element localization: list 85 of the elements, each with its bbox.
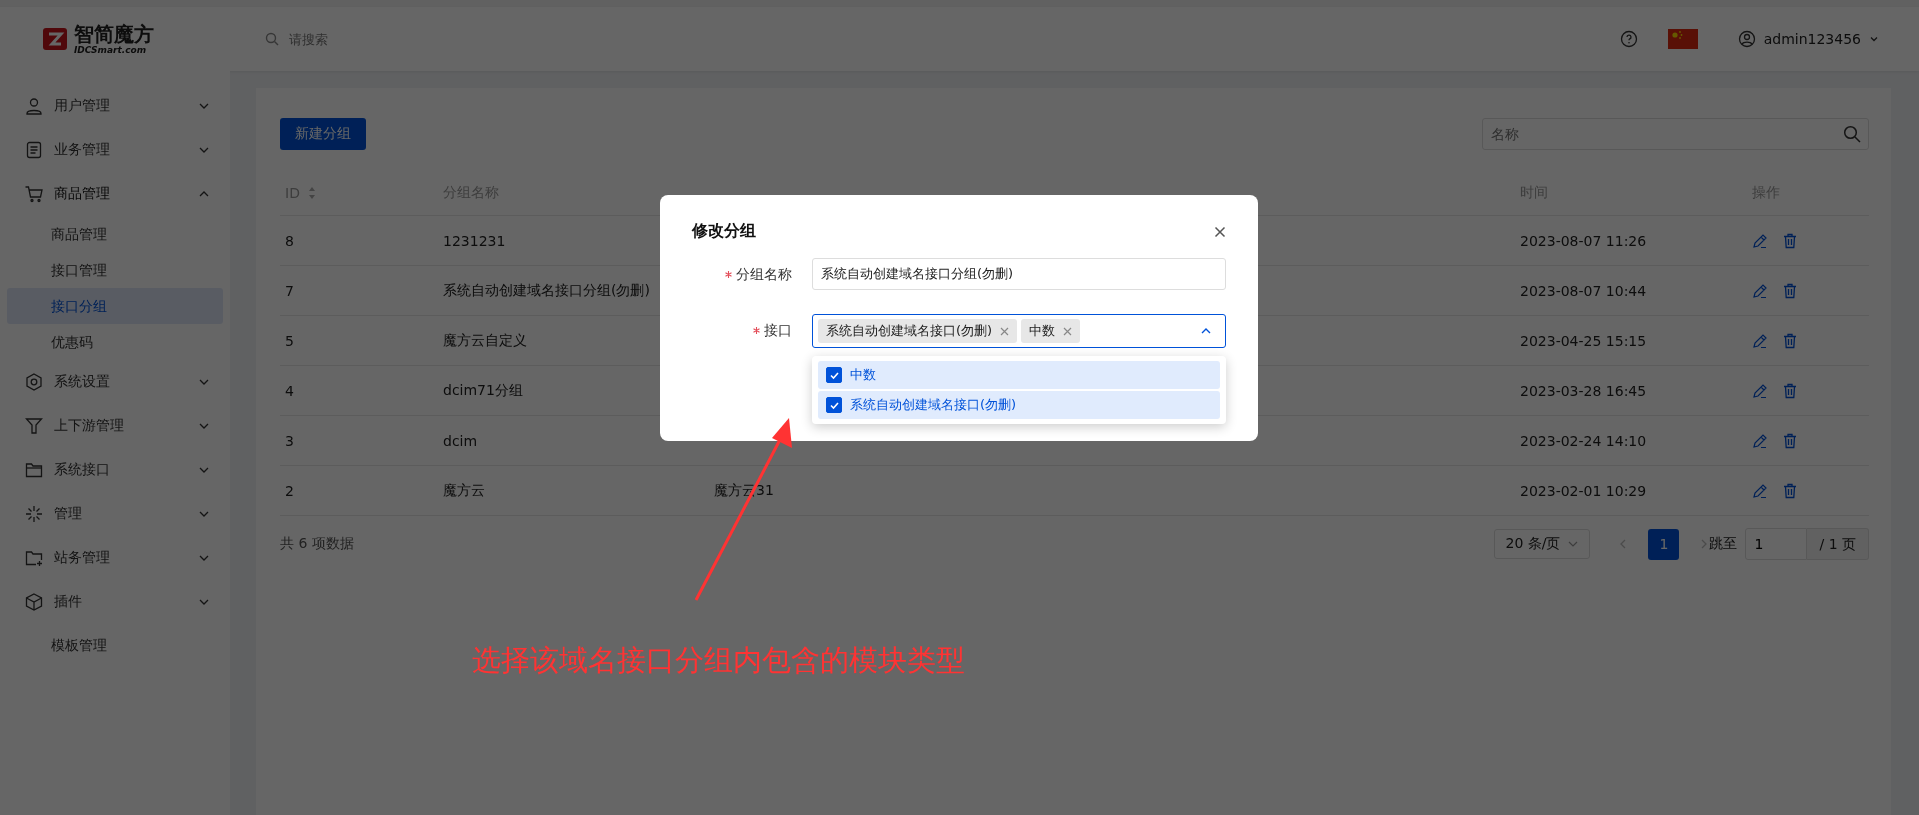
edit-icon[interactable]: [1752, 432, 1768, 449]
delete-icon[interactable]: [1782, 432, 1798, 449]
document-icon: [24, 140, 44, 160]
sidebar-item[interactable]: 上下游管理: [0, 404, 230, 448]
table-cell: 魔方云自定义: [443, 331, 527, 350]
dialog-title: 修改分组: [692, 221, 756, 242]
help-icon[interactable]: [1619, 30, 1638, 48]
jump-label: 跳至: [1709, 535, 1738, 553]
close-icon[interactable]: [1214, 225, 1226, 238]
table-cell: 7: [285, 282, 294, 299]
caret-icon: [1869, 34, 1879, 44]
table-cell: 2023-03-28 16:45: [1520, 382, 1647, 399]
search-icon: [265, 32, 279, 46]
sidebar-item[interactable]: 系统设置: [0, 360, 230, 404]
flag-icon[interactable]: [1667, 29, 1698, 49]
dropdown-option[interactable]: 中数: [818, 361, 1220, 389]
table-cell: 8: [285, 232, 294, 249]
table-cell: dcim: [443, 432, 478, 449]
sidebar-item[interactable]: 商品管理: [0, 172, 230, 216]
user-icon: [24, 96, 44, 116]
selected-tag: 系统自动创建域名接口(勿删): [818, 319, 1018, 343]
user-menu[interactable]: admin123456: [1737, 30, 1879, 48]
dropdown-option[interactable]: 系统自动创建域名接口(勿删): [818, 391, 1220, 419]
field-label: 分组名称: [736, 265, 792, 284]
interface-select[interactable]: 系统自动创建域名接口(勿删) 中数: [812, 314, 1226, 348]
sidebar-item[interactable]: 站务管理: [0, 536, 230, 580]
edit-icon[interactable]: [1752, 282, 1768, 299]
edit-icon[interactable]: [1752, 482, 1768, 499]
group-name-field[interactable]: 系统自动创建域名接口分组(勿删): [812, 258, 1226, 290]
table-cell: 3: [285, 432, 294, 449]
table-cell: 2023-04-25 15:15: [1520, 332, 1647, 349]
search-icon: [1843, 125, 1861, 143]
annotation-text: 选择该域名接口分组内包含的模块类型: [472, 642, 965, 679]
filter-icon: [24, 416, 44, 436]
edit-icon[interactable]: [1752, 232, 1768, 249]
sidebar-subitem[interactable]: 优惠码: [7, 324, 223, 360]
page-button[interactable]: 1: [1648, 528, 1680, 560]
table-cell: 魔方云: [443, 481, 485, 500]
delete-icon[interactable]: [1782, 482, 1798, 499]
folder-icon: [24, 460, 44, 480]
sidebar-item[interactable]: 业务管理: [0, 128, 230, 172]
checkbox[interactable]: [826, 367, 842, 383]
logo-icon: [42, 27, 68, 51]
delete-icon[interactable]: [1782, 332, 1798, 349]
table-cell: 系统自动创建域名接口分组(勿删): [443, 281, 650, 300]
selected-tag: 中数: [1021, 319, 1081, 343]
table-cell: dcim71分组: [443, 381, 523, 400]
delete-icon[interactable]: [1782, 282, 1798, 299]
table-cell: 5: [285, 332, 294, 349]
edit-icon[interactable]: [1752, 332, 1768, 349]
table-cell: 2023-02-01 10:29: [1520, 482, 1647, 499]
page-size-select[interactable]: 20 条/页: [1494, 529, 1591, 559]
field-label: 接口: [764, 321, 792, 340]
remove-icon[interactable]: [1000, 326, 1010, 336]
sidebar-subitem[interactable]: 商品管理: [7, 216, 223, 252]
edit-icon[interactable]: [1752, 382, 1768, 399]
table-cell: 2: [285, 482, 294, 499]
sparkle-icon: [24, 504, 44, 524]
total-pages: / 1 页: [1807, 528, 1869, 560]
table-cell: 1231231: [443, 232, 506, 249]
table-cell: 4: [285, 382, 294, 399]
folder-plus-icon: [24, 548, 44, 568]
sidebar-item[interactable]: 用户管理: [0, 84, 230, 128]
logo-name: 智简魔方: [74, 23, 154, 44]
checkbox[interactable]: [826, 397, 842, 413]
sidebar-item[interactable]: 模板管理: [0, 624, 230, 668]
delete-icon[interactable]: [1782, 382, 1798, 399]
delete-icon[interactable]: [1782, 232, 1798, 249]
cart-icon: [24, 184, 44, 204]
sidebar-item[interactable]: 管理: [0, 492, 230, 536]
page-input[interactable]: 1: [1745, 528, 1808, 560]
table-cell: 2023-02-24 14:10: [1520, 432, 1647, 449]
table-cell: 2023-08-07 10:44: [1520, 282, 1647, 299]
logo-subtitle: IDCSmart.com: [74, 45, 148, 55]
new-group-button[interactable]: 新建分组: [280, 118, 366, 150]
total-count: 共 6 项数据: [280, 535, 354, 553]
table-cell: 2023-08-07 11:26: [1520, 232, 1647, 249]
sidebar-item[interactable]: 系统接口: [0, 448, 230, 492]
hexagon-icon: [24, 372, 44, 392]
sidebar-subitem[interactable]: 接口分组: [7, 288, 223, 324]
sidebar-item[interactable]: 插件: [0, 580, 230, 624]
remove-icon[interactable]: [1063, 326, 1073, 336]
cube-icon: [24, 592, 44, 612]
user-icon: [1737, 30, 1756, 48]
sidebar-subitem[interactable]: 接口管理: [7, 252, 223, 288]
